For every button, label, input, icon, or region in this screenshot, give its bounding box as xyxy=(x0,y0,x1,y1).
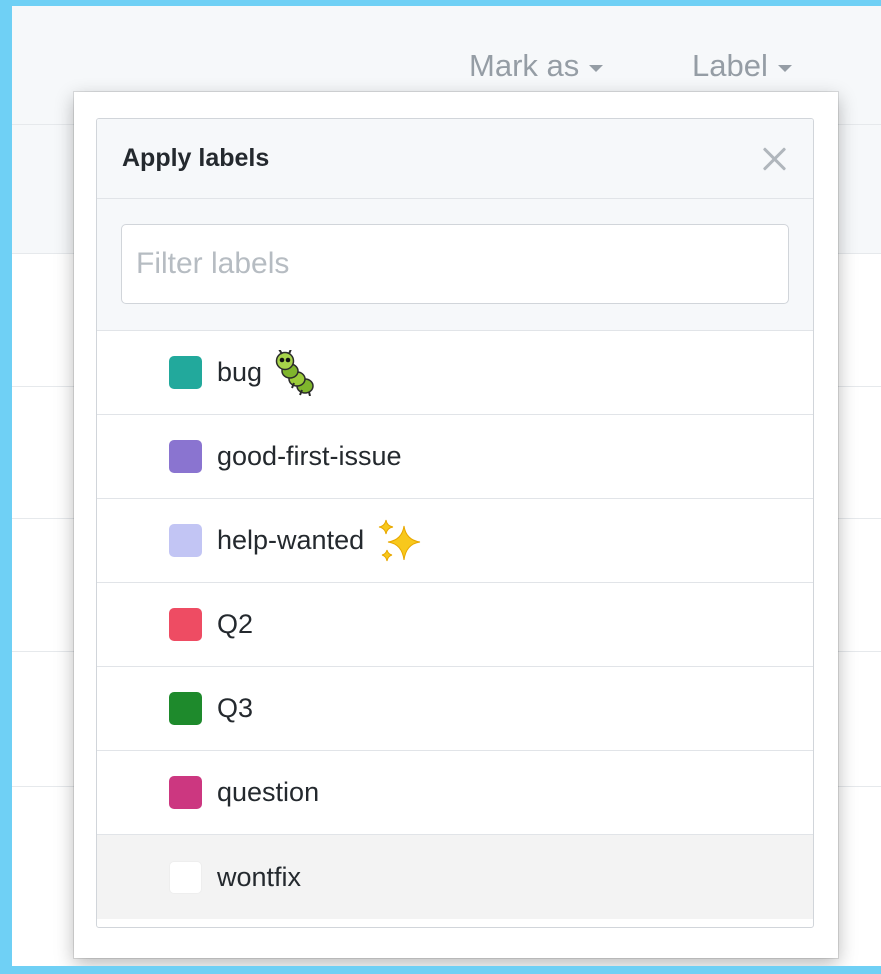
mark-as-label: Mark as xyxy=(469,48,580,83)
menu-title: Apply labels xyxy=(122,144,270,172)
mark-as-dropdown[interactable]: Mark as xyxy=(469,48,604,84)
sparkles-icon xyxy=(376,518,422,564)
notifications-panel: Mark as Label Apply labels bug xyxy=(12,6,881,966)
caterpillar-icon xyxy=(274,349,316,396)
label-name: bug xyxy=(217,357,263,387)
label-item-wontfix[interactable]: wontfix xyxy=(97,835,813,919)
label-name: help-wanted xyxy=(217,525,365,555)
chevron-down-icon xyxy=(777,64,792,72)
label-color-swatch xyxy=(169,524,202,557)
filter-labels-input[interactable] xyxy=(121,224,789,304)
label-name: wontfix xyxy=(217,861,302,892)
label-dropdown[interactable]: Label xyxy=(692,48,792,84)
label-color-swatch xyxy=(169,356,202,389)
label-item-good-first-issue[interactable]: good-first-issue xyxy=(97,415,813,499)
label-name: question xyxy=(217,777,320,807)
label-item-q2[interactable]: Q2 xyxy=(97,583,813,667)
label-color-swatch xyxy=(169,440,202,473)
apply-labels-menu: Apply labels bug xyxy=(96,118,814,928)
label-item-bug[interactable]: bug xyxy=(97,331,813,415)
chevron-down-icon xyxy=(589,64,604,72)
label-item-help-wanted[interactable]: help-wanted xyxy=(97,499,813,583)
label-name: Q2 xyxy=(217,609,254,639)
label-color-swatch xyxy=(169,692,202,725)
label-color-swatch xyxy=(169,860,202,894)
filter-area xyxy=(97,199,813,331)
label-color-swatch xyxy=(169,608,202,641)
label-name: Q3 xyxy=(217,693,254,723)
label-dropdown-label: Label xyxy=(692,48,768,83)
label-item-q3[interactable]: Q3 xyxy=(97,667,813,751)
close-icon[interactable] xyxy=(761,145,789,173)
label-name: good-first-issue xyxy=(217,441,402,471)
label-item-question[interactable]: question xyxy=(97,751,813,835)
menu-header: Apply labels xyxy=(97,119,813,199)
label-list: bug good-first-issue help-wanted Q2 Q3 q… xyxy=(97,331,813,919)
label-color-swatch xyxy=(169,776,202,809)
